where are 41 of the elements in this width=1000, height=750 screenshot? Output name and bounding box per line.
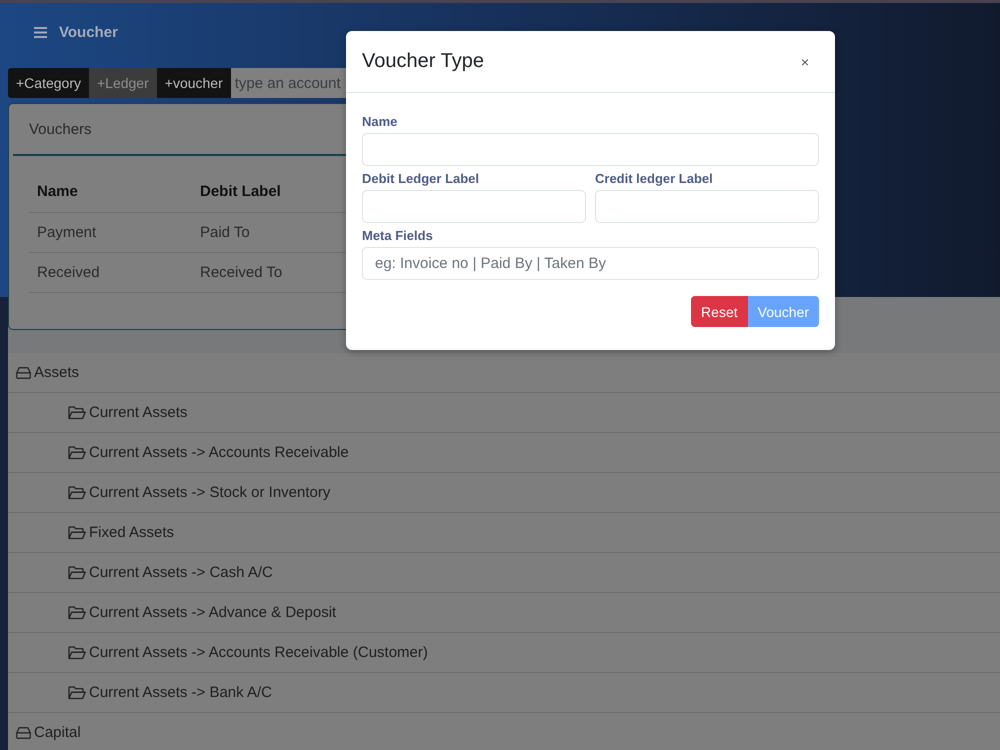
card-title: Vouchers bbox=[29, 120, 92, 138]
text-field[interactable] bbox=[595, 190, 819, 223]
folder-icon bbox=[68, 526, 86, 540]
folder-icon bbox=[68, 646, 86, 660]
folder-icon bbox=[68, 486, 86, 500]
close-button[interactable]: × bbox=[792, 52, 817, 72]
text-field[interactable] bbox=[362, 133, 819, 166]
tree-item[interactable]: Fixed Assets bbox=[8, 513, 1000, 553]
toolbar-button[interactable]: +Ledger bbox=[88, 68, 157, 98]
tree-item[interactable]: Current Assets bbox=[8, 393, 1000, 433]
folder-icon bbox=[68, 686, 86, 700]
field-label: Debit Ledger Label bbox=[362, 171, 480, 187]
tree-item[interactable]: Current Assets -> Cash A/C bbox=[8, 553, 1000, 593]
tree-item[interactable]: Assets bbox=[8, 353, 1000, 393]
drive-icon bbox=[16, 366, 31, 378]
toolbar-button[interactable]: +Category bbox=[8, 68, 89, 98]
menu-icon[interactable] bbox=[34, 26, 47, 38]
search-field[interactable]: type an account bbox=[230, 68, 347, 98]
toolbar-button[interactable]: +voucher bbox=[156, 68, 231, 98]
tree-item[interactable]: Current Assets -> Advance & Deposit bbox=[8, 593, 1000, 633]
drive-icon bbox=[16, 726, 31, 738]
column-header: Name bbox=[29, 172, 192, 212]
folder-icon bbox=[68, 446, 86, 460]
tree-item[interactable]: Current Assets -> Stock or Inventory bbox=[8, 473, 1000, 513]
modal-title: Voucher Type bbox=[362, 50, 484, 73]
tree-item[interactable]: Current Assets -> Accounts Receivable bbox=[8, 433, 1000, 473]
field-label: Meta Fields bbox=[362, 228, 434, 244]
text-field[interactable]: eg: Invoice no | Paid By | Taken By bbox=[362, 247, 819, 280]
tree-item[interactable]: Current Assets -> Bank A/C bbox=[8, 673, 1000, 713]
field-label: Credit ledger Label bbox=[595, 171, 714, 187]
folder-icon bbox=[68, 606, 86, 620]
table-cell: Received bbox=[29, 252, 192, 292]
tree-item[interactable]: Current Assets -> Accounts Receivable (Customer) bbox=[8, 633, 1000, 673]
folder-icon bbox=[68, 566, 86, 580]
table-cell: Payment bbox=[29, 212, 192, 252]
reset-button[interactable]: Reset bbox=[691, 296, 748, 327]
field-label: Name bbox=[362, 114, 398, 130]
folder-icon bbox=[68, 406, 86, 420]
app-title: Voucher bbox=[59, 24, 118, 40]
text-field[interactable] bbox=[362, 190, 586, 223]
tree-item[interactable]: Capital bbox=[8, 713, 1000, 750]
